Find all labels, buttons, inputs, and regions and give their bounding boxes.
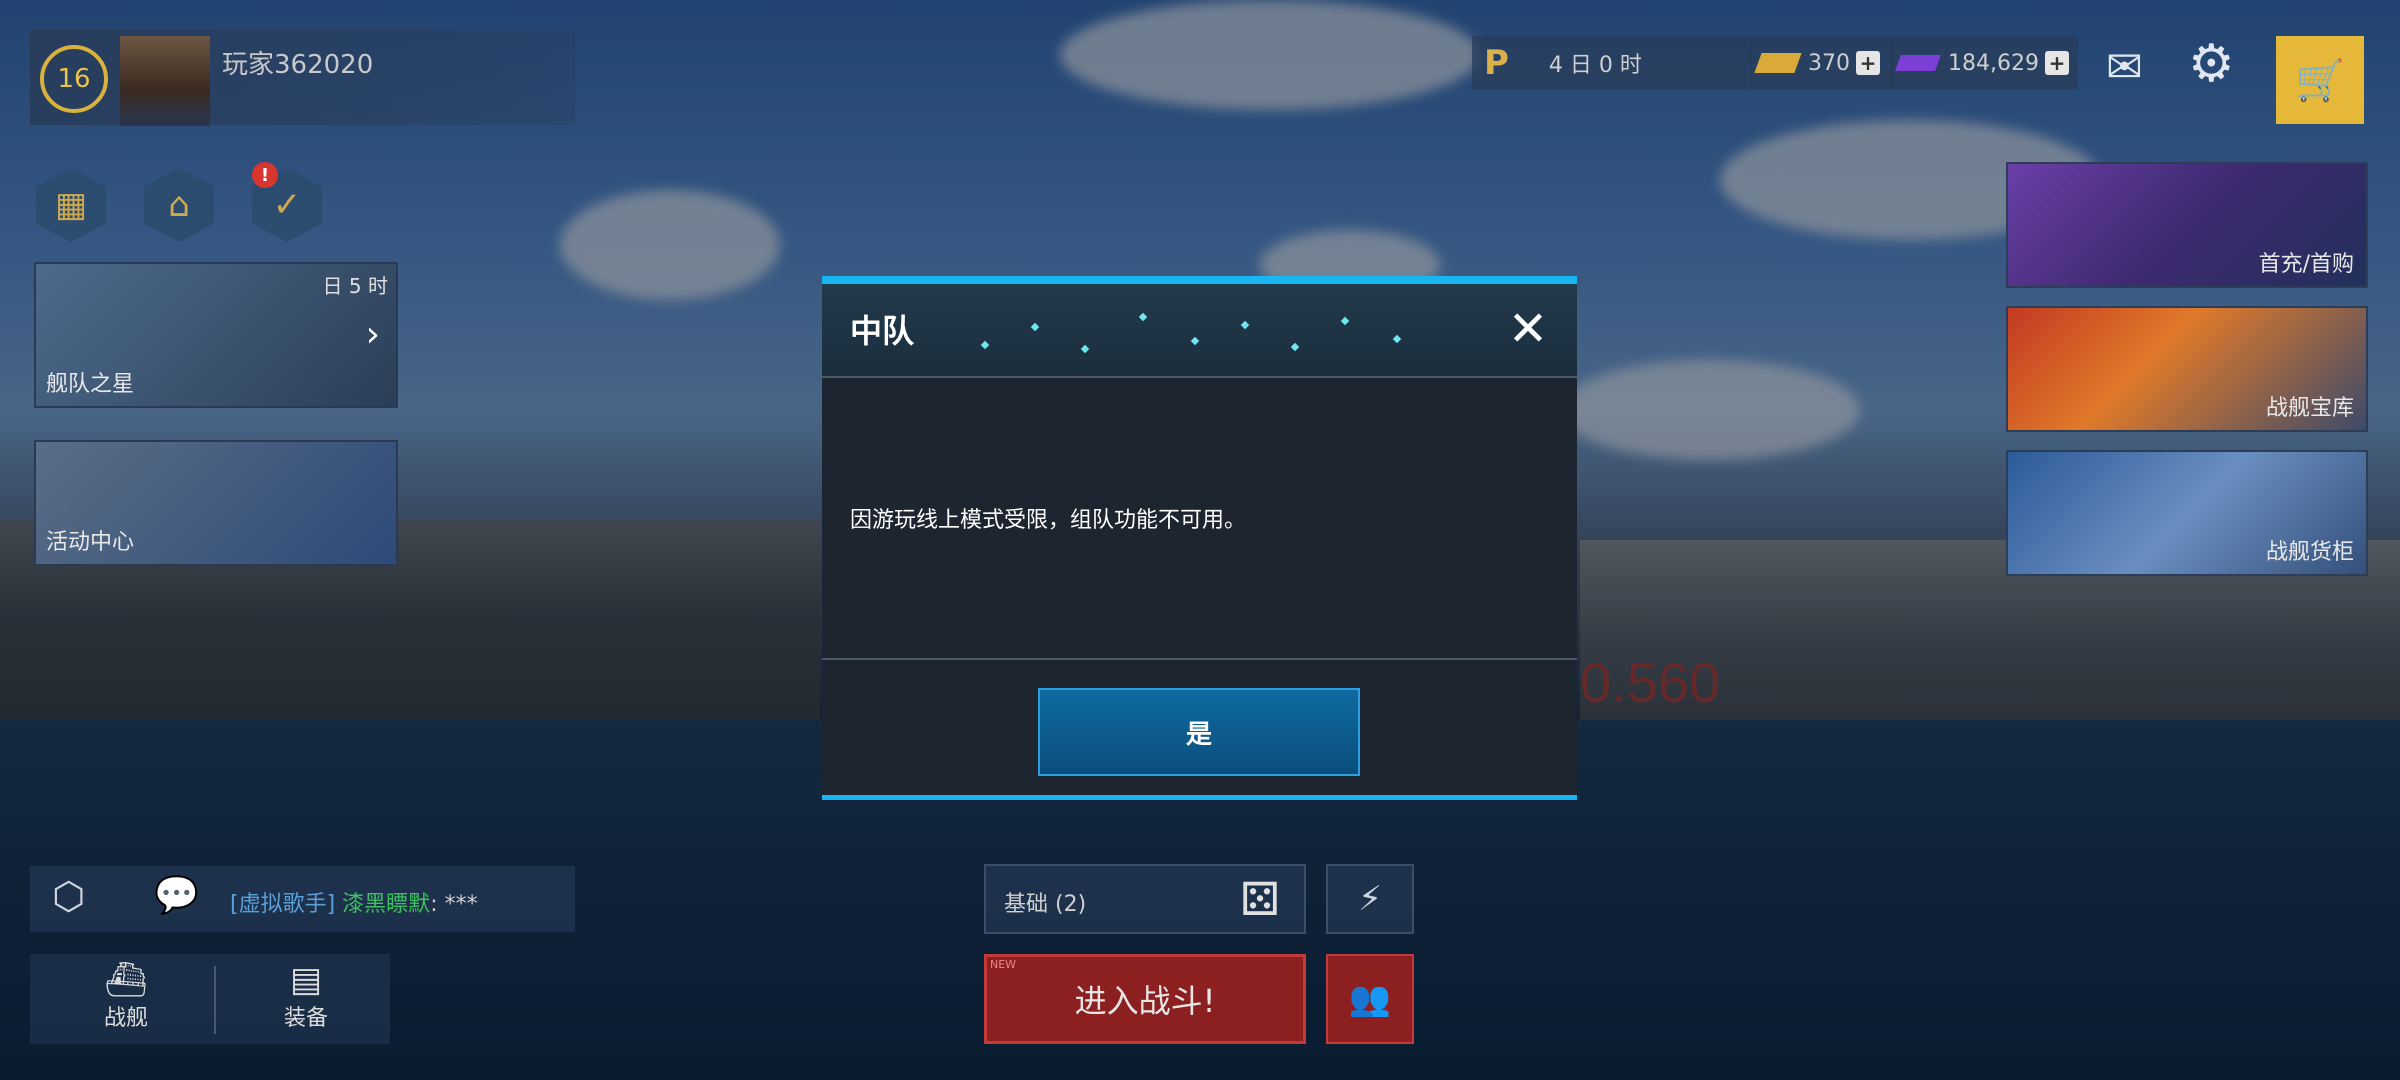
avatar[interactable] bbox=[120, 36, 210, 126]
card-ship-vault[interactable]: 战舰宝库 bbox=[2006, 306, 2368, 432]
silver-amount: 184,629 bbox=[1948, 50, 2039, 76]
gold-box[interactable]: 370 + bbox=[1750, 36, 1894, 90]
dialog-divider bbox=[822, 658, 1577, 660]
pass-timer: 4 日 0 时 bbox=[1548, 53, 1642, 78]
card-ship-container[interactable]: 战舰货柜 bbox=[2006, 450, 2368, 576]
gear-icon[interactable]: ⚙ bbox=[2188, 34, 2235, 94]
dialog-message: 因游玩线上模式受限，组队功能不可用。 bbox=[850, 508, 1247, 533]
card-label: 战舰货柜 bbox=[2265, 540, 2354, 565]
promo-event-center[interactable]: 活动中心 bbox=[34, 440, 398, 566]
card-first-purchase[interactable]: 首充/首购 bbox=[2006, 162, 2368, 288]
add-silver-icon[interactable]: + bbox=[2044, 51, 2069, 75]
chat-text: : *** bbox=[430, 892, 478, 917]
promo-timer: 日 5 时 bbox=[322, 274, 388, 298]
card-label: 首充/首购 bbox=[2258, 252, 2354, 277]
boxes-icon: ▤ bbox=[289, 960, 323, 1000]
promo-label: 活动中心 bbox=[46, 530, 135, 555]
fleet-emblem-icon[interactable]: ⬡ bbox=[52, 874, 85, 918]
nav-ships[interactable]: ⛴ 战舰 bbox=[66, 954, 186, 1044]
chat-user: 漆黑瞟默 bbox=[342, 892, 431, 917]
add-gold-icon[interactable]: + bbox=[1856, 51, 1880, 75]
nav-equipment-label: 装备 bbox=[283, 1006, 328, 1031]
nav-divider bbox=[214, 966, 216, 1034]
chat-message: [虚拟歌手] 漆黑瞟默: *** bbox=[230, 886, 478, 918]
ship-icon: ⛴ bbox=[104, 960, 148, 1000]
pass-icon: P bbox=[1484, 43, 1509, 83]
battle-new-badge: NEW bbox=[990, 958, 1017, 971]
player-name: 玩家362020 bbox=[222, 50, 374, 80]
confirm-button[interactable]: 是 bbox=[1038, 688, 1360, 776]
gold-bar-icon bbox=[1754, 53, 1802, 73]
chevron-right-icon: › bbox=[365, 314, 380, 355]
dialog-header: 中队 ✕ bbox=[822, 284, 1577, 378]
chat-tag: [虚拟歌手] bbox=[230, 892, 336, 917]
nav-ships-label: 战舰 bbox=[103, 1006, 148, 1031]
dialog-title: 中队 bbox=[850, 312, 915, 350]
battle-pass-box[interactable]: P 4 日 0 时 bbox=[1472, 36, 1752, 90]
nav-equipment[interactable]: ▤ 装备 bbox=[246, 954, 366, 1044]
player-level: 16 bbox=[40, 45, 108, 113]
silver-bar-icon bbox=[1895, 55, 1941, 71]
mode-label: 基础 (2) bbox=[1004, 892, 1087, 917]
shop-cart-icon[interactable]: 🛒 bbox=[2276, 36, 2364, 124]
chat-icon[interactable]: 💬 bbox=[154, 874, 199, 916]
gold-amount: 370 bbox=[1808, 50, 1850, 76]
promo-label: 舰队之星 bbox=[46, 372, 135, 397]
card-label: 战舰宝库 bbox=[2265, 396, 2354, 421]
boost-icon[interactable]: ⚡ bbox=[1326, 864, 1414, 934]
dice-icon[interactable]: ⚄ bbox=[1240, 872, 1280, 926]
promo-fleet-star[interactable]: 日 5 时 › 舰队之星 bbox=[34, 262, 398, 408]
notification-badge: ! bbox=[252, 162, 278, 188]
mail-icon[interactable]: ✉ bbox=[2106, 42, 2143, 93]
enter-battle-button[interactable]: 进入战斗! bbox=[984, 954, 1306, 1044]
close-icon[interactable]: ✕ bbox=[1501, 302, 1555, 356]
silver-box[interactable]: 184,629 + bbox=[1890, 36, 2078, 90]
squad-dialog: 中队 ✕ 因游玩线上模式受限，组队功能不可用。 是 bbox=[822, 276, 1577, 800]
squad-icon[interactable]: 👥 bbox=[1326, 954, 1414, 1044]
